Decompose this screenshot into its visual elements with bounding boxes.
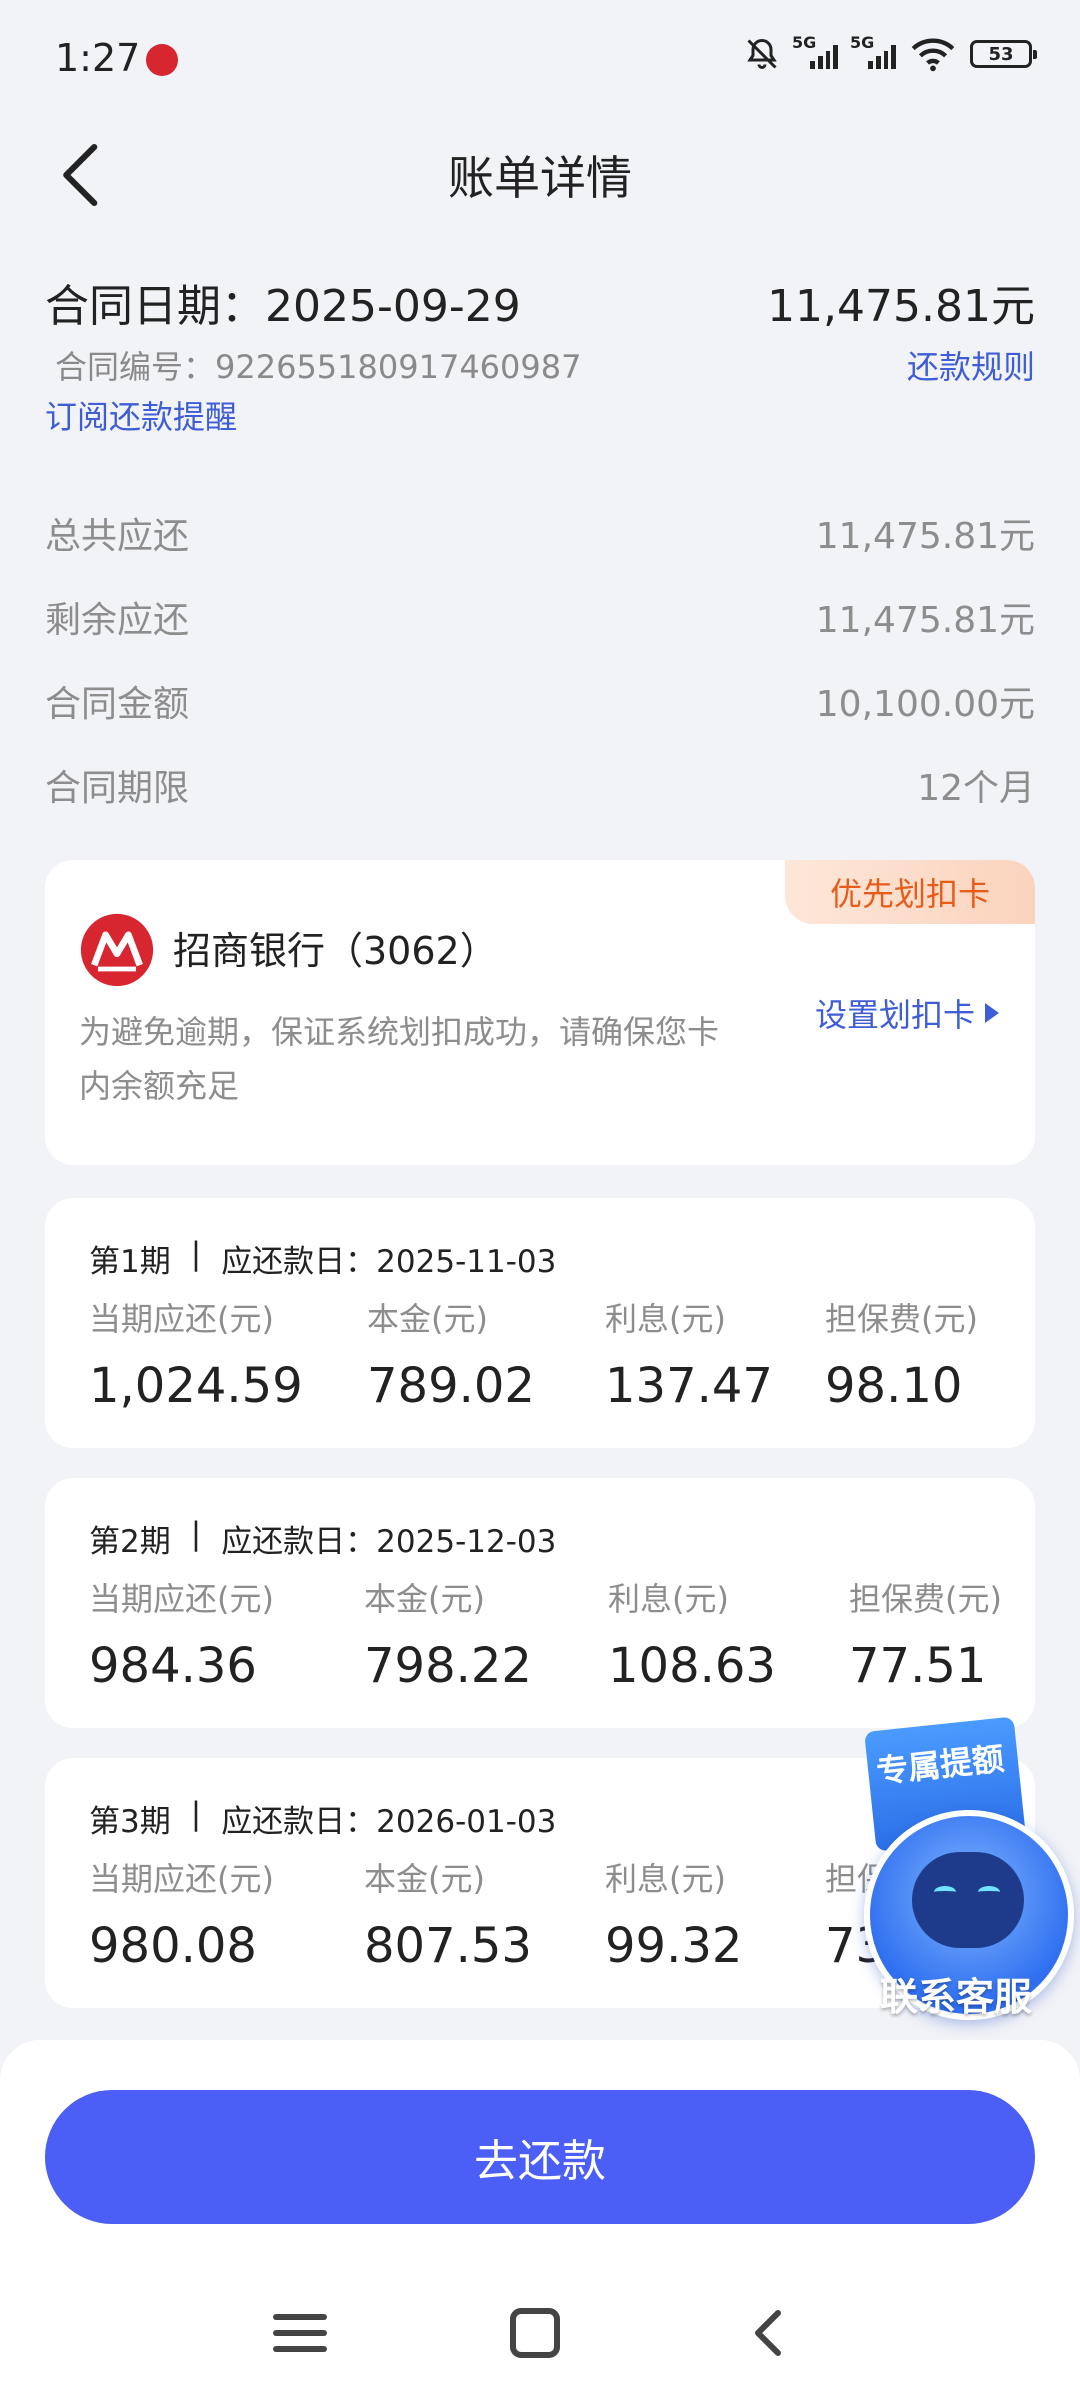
home-icon[interactable] bbox=[505, 2308, 565, 2358]
summary-value: 12个月 bbox=[917, 768, 1035, 809]
battery-icon: 53 bbox=[970, 40, 1037, 68]
repayment-rules-link[interactable]: 还款规则 bbox=[907, 342, 1035, 388]
col-value: 984.36 bbox=[89, 1638, 257, 1694]
status-icons: 5G 5G 53 bbox=[744, 33, 1037, 72]
robot-eye bbox=[934, 1886, 956, 1898]
robot-eye bbox=[978, 1886, 1000, 1898]
summary-row-total: 总共应还 11,475.81元 bbox=[45, 508, 1035, 558]
col-value: 98.10 bbox=[825, 1358, 963, 1414]
col-amount-due: 当期应还(元) 980.08 bbox=[89, 1854, 274, 1974]
col-label: 本金(元) bbox=[364, 1580, 485, 1618]
signal-5g-icon: 5G bbox=[792, 33, 838, 69]
installment-columns: 当期应还(元) 1,024.59 本金(元) 789.02 利息(元) 137.… bbox=[89, 1294, 1035, 1434]
col-label: 当期应还(元) bbox=[89, 1300, 274, 1338]
contract-total-amount: 11,475.81元 bbox=[767, 281, 1035, 332]
menu-icon[interactable] bbox=[270, 2308, 330, 2358]
installment-header: 第2期 | 应还款日：2025-12-03 bbox=[89, 1516, 556, 1561]
col-value: 798.22 bbox=[364, 1638, 532, 1694]
network-type: 5G bbox=[792, 33, 817, 52]
triangle-right-icon bbox=[985, 1003, 999, 1023]
col-label: 当期应还(元) bbox=[89, 1860, 274, 1898]
col-value: 99.32 bbox=[605, 1918, 743, 1974]
status-time: 1:27 bbox=[55, 36, 141, 80]
col-label: 本金(元) bbox=[364, 1860, 485, 1898]
col-guarantee-fee: 担保费(元) 98.10 bbox=[825, 1294, 978, 1414]
bank-balance-note: 为避免逾期，保证系统划扣成功，请确保您卡内余额充足 bbox=[79, 1013, 720, 1105]
summary-value: 11,475.81元 bbox=[815, 516, 1035, 557]
installment-card-2[interactable]: 第2期 | 应还款日：2025-12-03 当期应还(元) 984.36 本金(… bbox=[45, 1478, 1035, 1728]
network-type: 5G bbox=[850, 33, 875, 52]
bank-card-panel: 优先划扣卡 招商银行（3062） 为避免逾期，保证系统划扣成功，请确保您卡内余额… bbox=[45, 860, 1035, 1165]
installment-period: 第2期 bbox=[89, 1524, 171, 1560]
cmb-bank-logo-icon bbox=[80, 913, 154, 987]
col-label: 当期应还(元) bbox=[89, 1580, 274, 1618]
page-title: 账单详情 bbox=[448, 151, 632, 205]
summary-row-remaining: 剩余应还 11,475.81元 bbox=[45, 592, 1035, 642]
contact-service-label: 联系客服 bbox=[880, 1975, 1033, 2019]
col-interest: 利息(元) 99.32 bbox=[605, 1854, 742, 1974]
bell-muted-icon bbox=[747, 38, 777, 69]
col-value: 789.02 bbox=[367, 1358, 535, 1414]
installment-period: 第3期 bbox=[89, 1804, 171, 1840]
robot-face bbox=[912, 1852, 1024, 1948]
col-amount-due: 当期应还(元) 1,024.59 bbox=[89, 1294, 303, 1414]
installment-due-date: 应还款日：2025-12-03 bbox=[221, 1524, 557, 1560]
set-debit-card-label: 设置划扣卡 bbox=[814, 996, 975, 1034]
installment-columns: 当期应还(元) 984.36 本金(元) 798.22 利息(元) 108.63… bbox=[89, 1574, 1035, 1714]
summary-row-contract-amount: 合同金额 10,100.00元 bbox=[45, 676, 1035, 726]
col-interest: 利息(元) 108.63 bbox=[608, 1574, 776, 1694]
col-label: 担保费(元) bbox=[849, 1580, 1002, 1618]
col-amount-due: 当期应还(元) 984.36 bbox=[89, 1574, 274, 1694]
summary-row-term: 合同期限 12个月 bbox=[45, 760, 1035, 810]
col-value: 77.51 bbox=[849, 1638, 987, 1694]
col-principal: 本金(元) 798.22 bbox=[364, 1574, 532, 1694]
bank-name: 招商银行（3062） bbox=[173, 929, 498, 973]
system-nav-bar bbox=[0, 2280, 1080, 2380]
status-bar: 1:27 5G 5G 53 bbox=[0, 0, 1080, 120]
separator: | bbox=[190, 1236, 202, 1272]
col-label: 本金(元) bbox=[367, 1300, 488, 1338]
bottom-action-panel: 去还款 bbox=[0, 2040, 1080, 2400]
installment-header: 第1期 | 应还款日：2025-11-03 bbox=[89, 1236, 556, 1281]
installment-period: 第1期 bbox=[89, 1244, 171, 1280]
col-value: 980.08 bbox=[89, 1918, 257, 1974]
separator: | bbox=[190, 1516, 202, 1552]
installment-header: 第3期 | 应还款日：2026-01-03 bbox=[89, 1796, 556, 1841]
set-debit-card-link[interactable]: 设置划扣卡 bbox=[815, 990, 999, 1036]
separator: | bbox=[190, 1796, 202, 1832]
col-value: 108.63 bbox=[608, 1638, 776, 1694]
summary-label: 总共应还 bbox=[45, 516, 190, 557]
col-value: 137.47 bbox=[605, 1358, 773, 1414]
summary-value: 11,475.81元 bbox=[815, 600, 1035, 641]
col-guarantee-fee: 担保费(元) 77.51 bbox=[849, 1574, 1035, 1694]
installment-due-date: 应还款日：2026-01-03 bbox=[221, 1804, 557, 1840]
col-label: 担保费(元) bbox=[825, 1300, 978, 1338]
col-label: 利息(元) bbox=[605, 1300, 726, 1338]
col-label: 利息(元) bbox=[605, 1860, 726, 1898]
summary-value: 10,100.00元 bbox=[815, 684, 1035, 725]
col-value: 1,024.59 bbox=[89, 1358, 303, 1414]
summary-label: 合同金额 bbox=[45, 684, 190, 725]
col-label: 利息(元) bbox=[608, 1580, 729, 1618]
subscribe-reminder-link[interactable]: 订阅还款提醒 bbox=[45, 392, 237, 438]
installment-due-date: 应还款日：2025-11-03 bbox=[221, 1244, 557, 1280]
header: 账单详情 bbox=[0, 120, 1080, 230]
customer-service-float-button[interactable]: 专属提额 联系客服 bbox=[858, 1716, 1078, 2040]
summary-label: 剩余应还 bbox=[45, 600, 190, 641]
priority-card-badge: 优先划扣卡 bbox=[785, 860, 1035, 924]
bill-detail-page: 1:27 5G 5G 53 账单详情 合同日期：2025-09-29 11,47… bbox=[0, 0, 1080, 2400]
repay-button[interactable]: 去还款 bbox=[45, 2090, 1035, 2224]
summary-label: 合同期限 bbox=[45, 768, 190, 809]
col-principal: 本金(元) 807.53 bbox=[364, 1854, 532, 1974]
installment-card-1[interactable]: 第1期 | 应还款日：2025-11-03 当期应还(元) 1,024.59 本… bbox=[45, 1198, 1035, 1448]
col-value: 807.53 bbox=[364, 1918, 532, 1974]
back-icon[interactable] bbox=[740, 2308, 800, 2358]
contract-date: 合同日期：2025-09-29 bbox=[45, 281, 521, 332]
col-interest: 利息(元) 137.47 bbox=[605, 1294, 773, 1414]
bank-notification-icon bbox=[146, 44, 178, 76]
contract-number: 合同编号：922655180917460987 bbox=[55, 348, 582, 386]
signal-5g-icon: 5G bbox=[850, 33, 896, 69]
col-principal: 本金(元) 789.02 bbox=[367, 1294, 535, 1414]
wifi-icon bbox=[911, 38, 955, 72]
